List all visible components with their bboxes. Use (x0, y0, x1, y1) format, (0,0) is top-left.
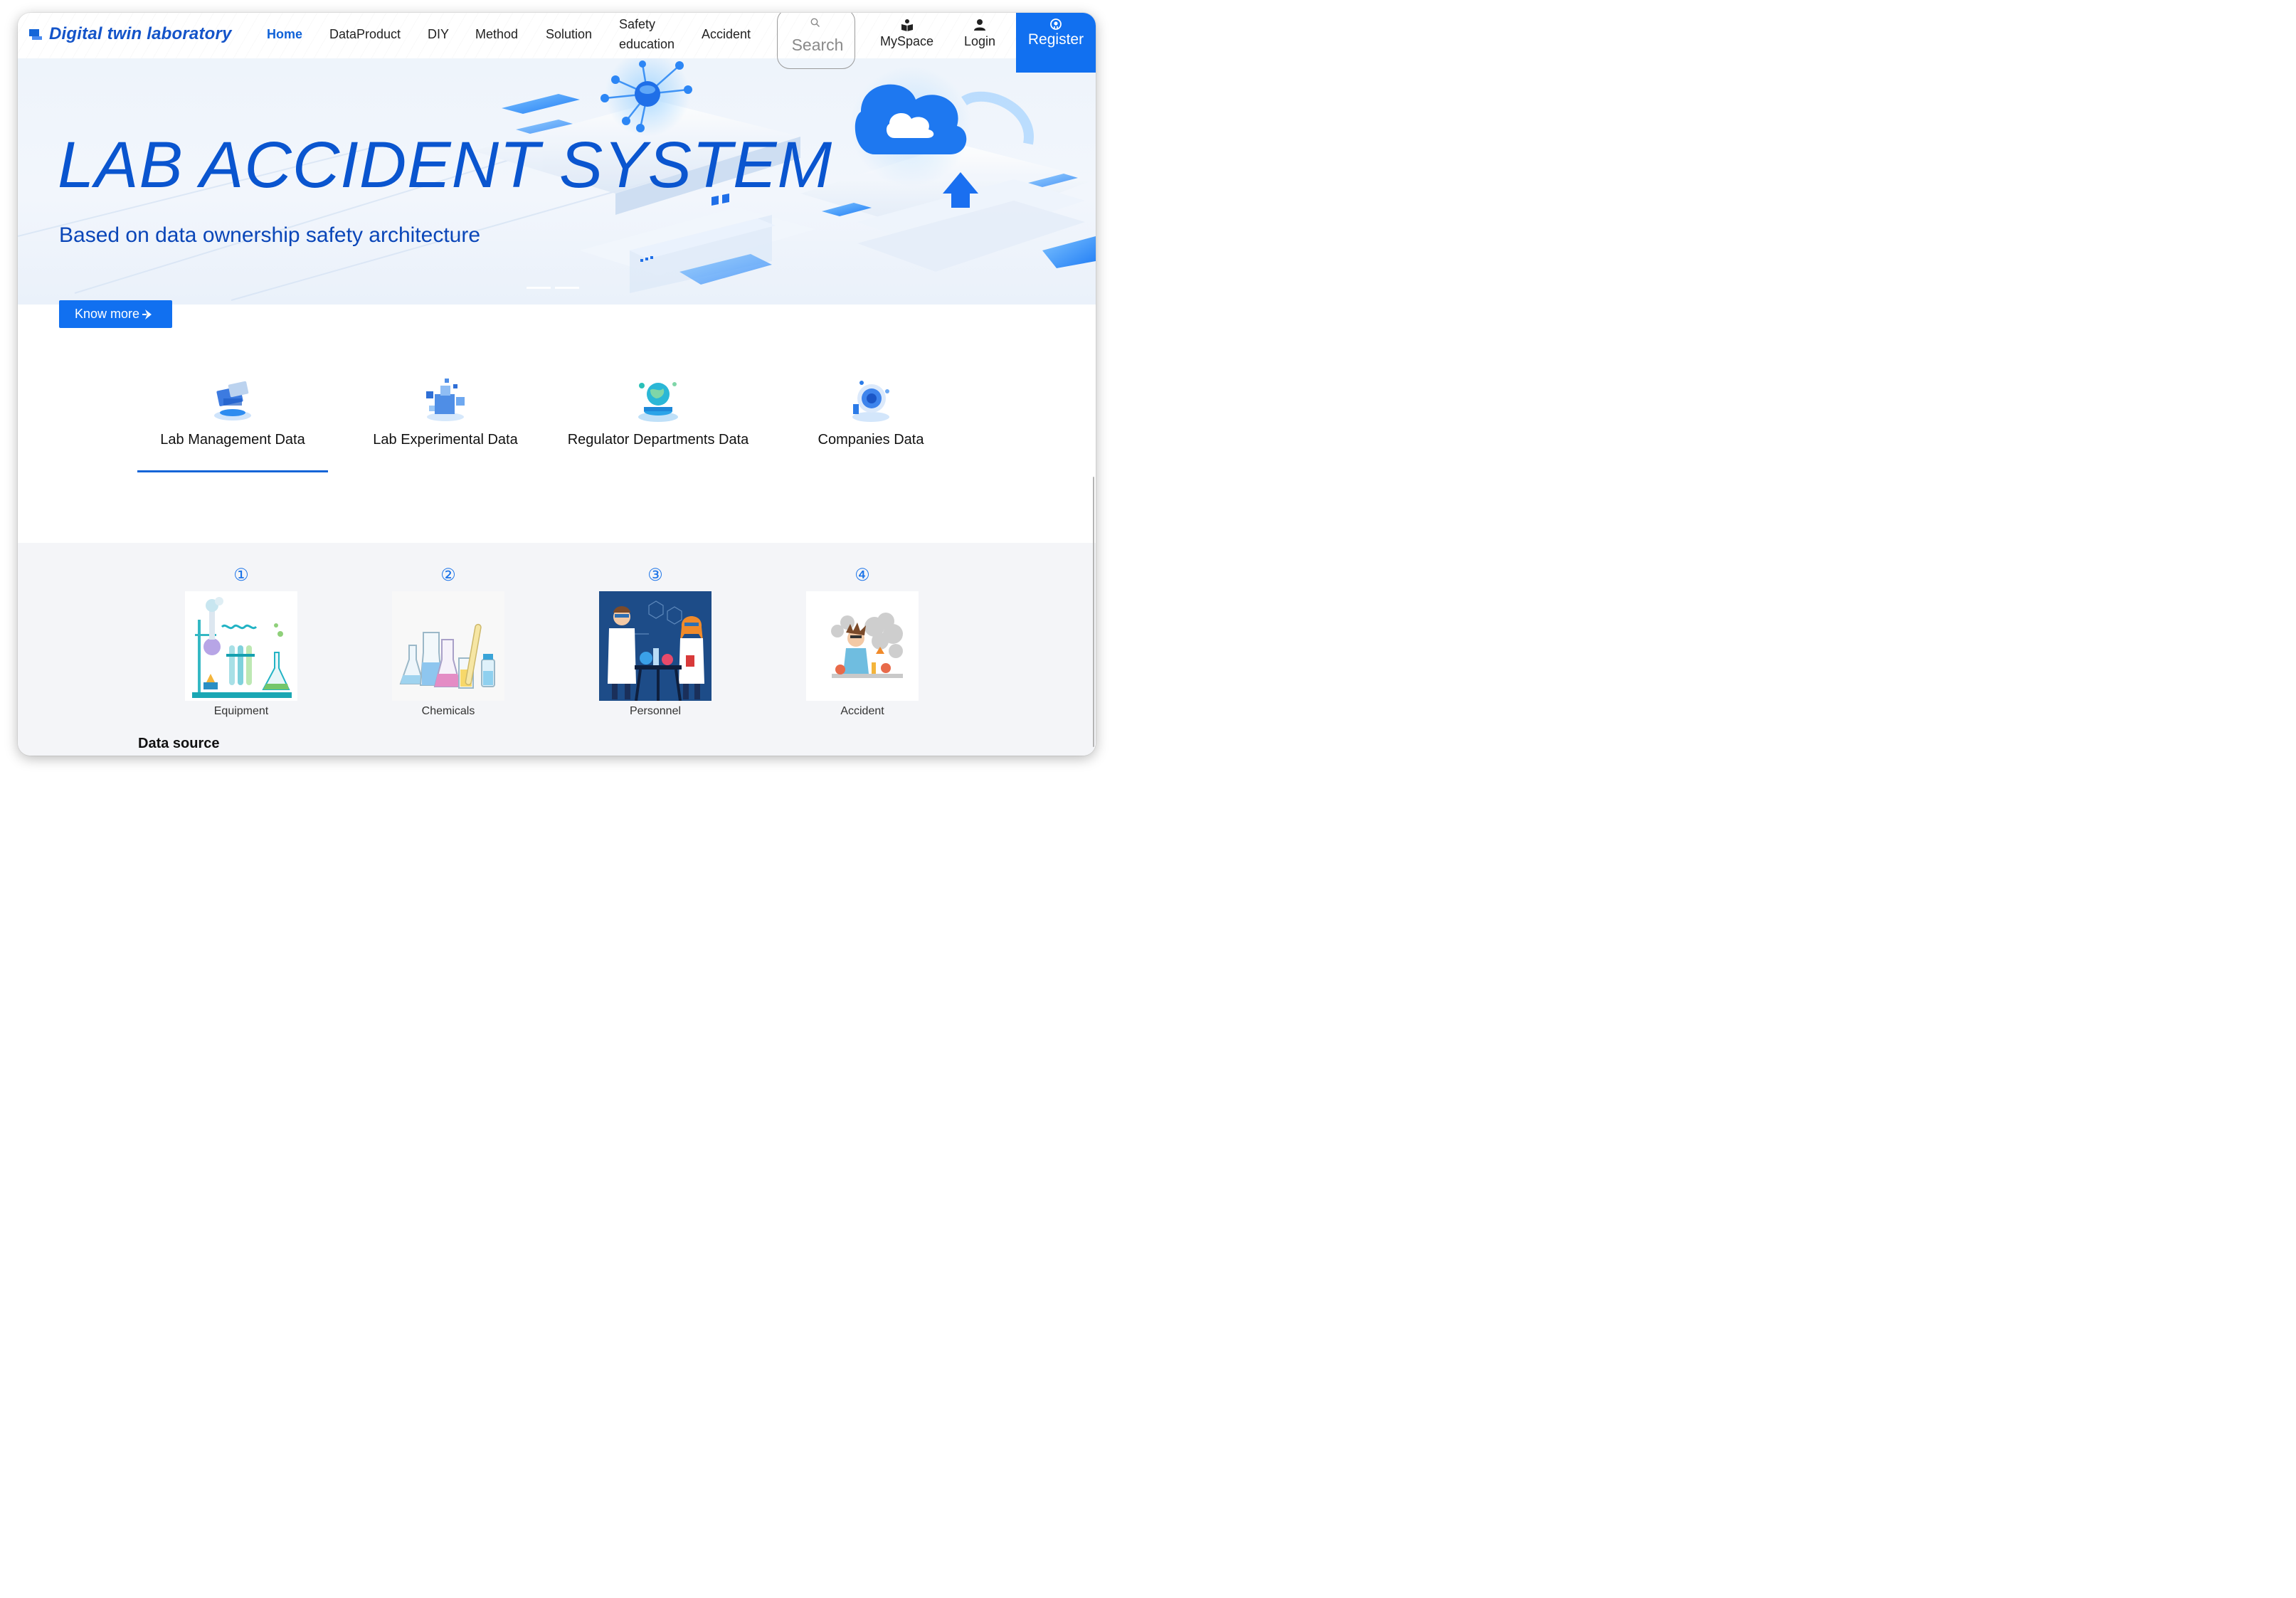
card-number: ③ (647, 566, 663, 585)
accident-illustration (806, 591, 919, 701)
equipment-illustration (185, 591, 297, 701)
data-source-title: Data source (138, 736, 220, 751)
tab-label: Lab Management Data (160, 432, 305, 448)
myspace-label: MySpace (880, 34, 934, 48)
arrow-right-icon (142, 309, 152, 319)
nav-safety-education[interactable]: Safety education (619, 14, 674, 54)
nav-diy[interactable]: DIY (428, 27, 449, 42)
brand[interactable]: Digital twin laboratory (29, 24, 232, 44)
nav-myspace[interactable]: MySpace (880, 18, 933, 49)
tab-label: Regulator Departments Data (567, 432, 749, 448)
card-equipment[interactable]: ① Equipment (185, 567, 297, 718)
tab-lab-experimental-data[interactable]: Lab Experimental Data (346, 376, 545, 448)
reader-icon (901, 19, 913, 31)
card-caption: Chemicals (421, 705, 475, 717)
hero-banner: LAB ACCIDENT SYSTEM Based on data owners… (18, 58, 1096, 305)
carousel-dot[interactable] (555, 287, 579, 289)
register-button[interactable]: Register (1016, 13, 1096, 73)
nav-safety-line1: Safety (619, 17, 656, 31)
user-icon (974, 19, 986, 31)
lab-management-icon (208, 376, 258, 425)
nav-safety-line2: education (619, 37, 675, 51)
regulator-globe-icon (633, 376, 683, 425)
card-caption: Accident (840, 705, 884, 717)
tab-companies-data[interactable]: Companies Data (771, 376, 970, 448)
search-box[interactable] (777, 13, 855, 69)
register-label: Register (1027, 31, 1084, 48)
nav-accident[interactable]: Accident (702, 27, 751, 42)
page-scrollbar[interactable] (1093, 477, 1094, 747)
card-chemicals[interactable]: ② Chemicals (392, 567, 504, 718)
nav-solution[interactable]: Solution (546, 27, 592, 42)
card-caption: Personnel (629, 705, 682, 717)
know-more-label: Know more (75, 307, 140, 321)
top-navbar: Digital twin laboratory Home DataProduct… (18, 13, 1096, 69)
tab-lab-management-data[interactable]: Lab Management Data (133, 376, 332, 448)
card-number: ④ (855, 566, 870, 585)
personnel-illustration (599, 591, 711, 701)
selected-tab-indicator (137, 470, 328, 472)
card-number: ① (233, 566, 249, 585)
card-personnel[interactable]: ③ Personnel (599, 567, 711, 718)
chemicals-illustration (392, 591, 504, 701)
nav-method[interactable]: Method (475, 27, 518, 42)
hero-title: LAB ACCIDENT SYSTEM (58, 129, 833, 201)
lab-experimental-icon (420, 376, 470, 425)
data-source-section: ① Equipment ② Chemicals ③ Personnel ④ Ac… (18, 543, 1096, 756)
card-number: ② (440, 566, 456, 585)
card-caption: Equipment (213, 705, 269, 717)
login-label: Login (964, 34, 996, 48)
tab-regulator-departments-data[interactable]: Regulator Departments Data (559, 376, 758, 448)
browser-window: Digital twin laboratory Home DataProduct… (18, 13, 1096, 756)
nav-dataproduct[interactable]: DataProduct (329, 27, 401, 42)
hero-subtitle: Based on data ownership safety architect… (59, 223, 481, 247)
carousel-indicators[interactable] (527, 280, 583, 292)
nav-login[interactable]: Login (964, 18, 995, 49)
github-icon (1050, 18, 1062, 30)
brand-title: Digital twin laboratory (49, 24, 232, 43)
companies-disc-icon (846, 376, 896, 425)
tab-label: Lab Experimental Data (373, 432, 518, 448)
tab-label: Companies Data (818, 432, 924, 448)
know-more-button[interactable]: Know more (59, 300, 172, 328)
nav-home[interactable]: Home (267, 27, 302, 42)
carousel-dot[interactable] (527, 287, 551, 289)
search-icon (810, 18, 820, 27)
card-accident[interactable]: ④ Accident (806, 567, 919, 718)
search-input[interactable] (782, 34, 853, 55)
brand-logo-icon (29, 28, 43, 41)
